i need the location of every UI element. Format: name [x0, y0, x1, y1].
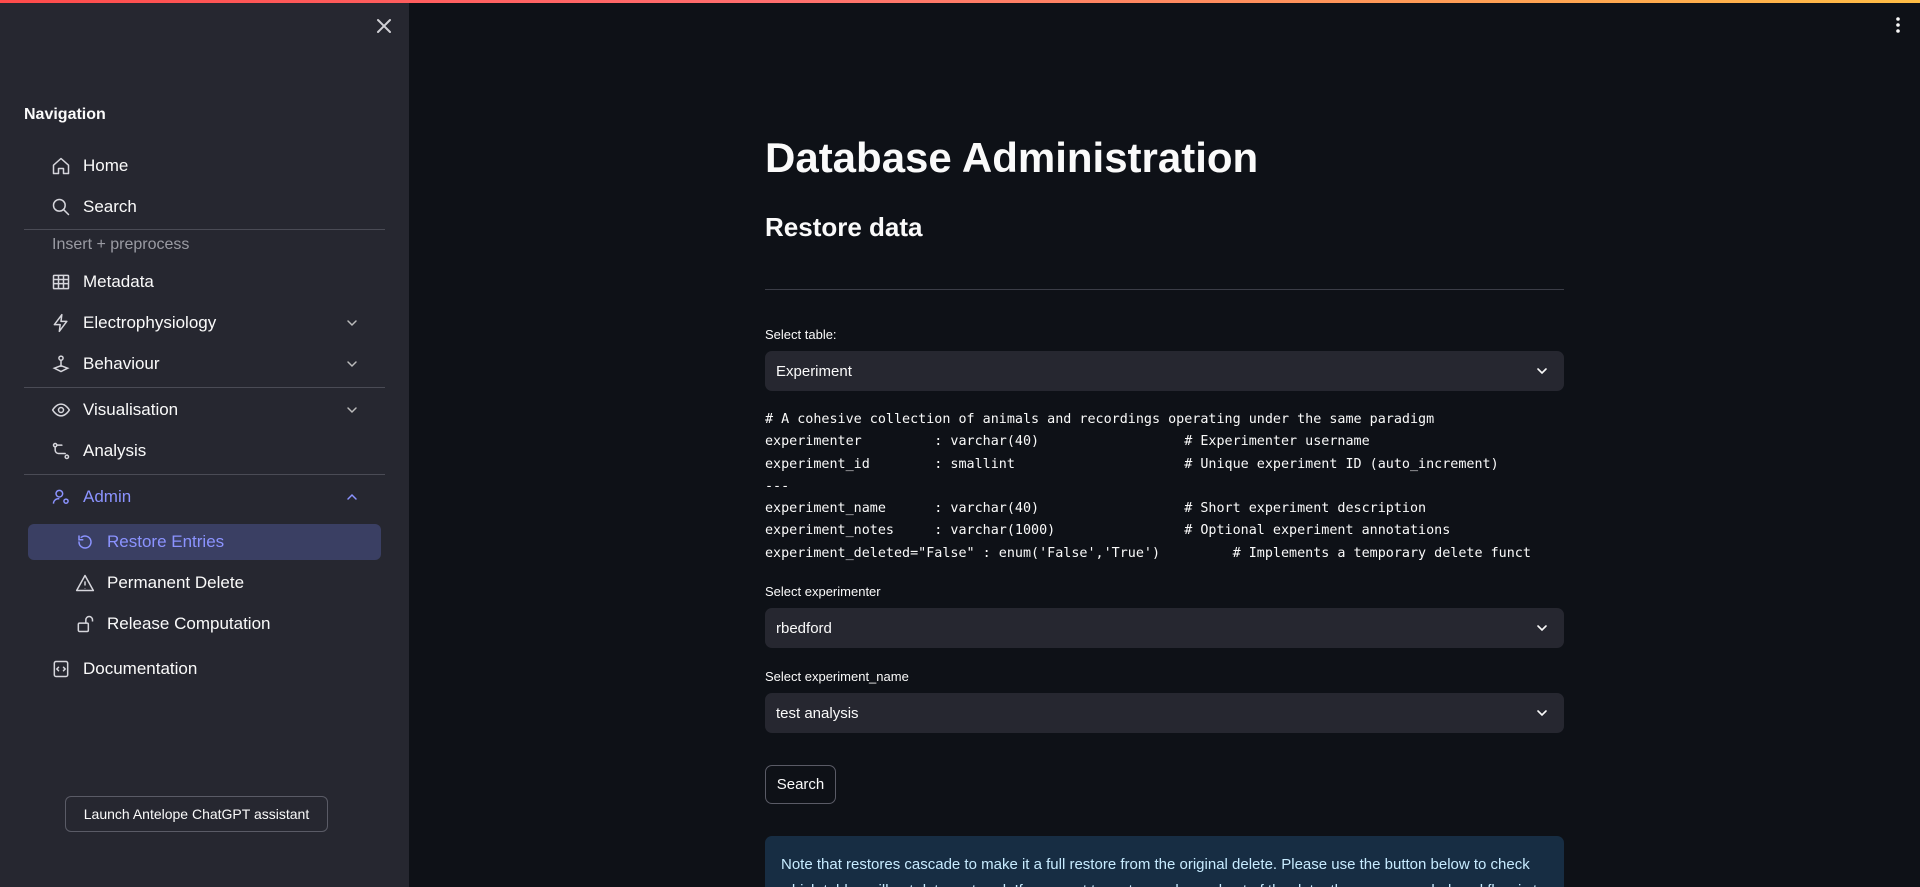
sidebar-item-label: Release Computation: [107, 614, 271, 633]
more-options-icon[interactable]: [1890, 14, 1906, 36]
chevron-up-icon[interactable]: [344, 489, 360, 505]
chevron-down-icon: [1537, 368, 1547, 375]
top-decoration-bar: [0, 0, 1920, 3]
sidebar-divider: [24, 474, 385, 475]
home-icon: [50, 155, 72, 177]
sidebar-item-label: Metadata: [83, 272, 154, 291]
chevron-down-icon[interactable]: [344, 315, 360, 331]
sidebar-item-permanent-delete[interactable]: Permanent Delete: [28, 565, 381, 601]
sidebar-item-metadata[interactable]: Metadata: [28, 264, 380, 300]
warning-icon: [74, 572, 96, 594]
chevron-down-icon: [1537, 710, 1547, 717]
sidebar-item-label: Admin: [83, 487, 132, 506]
bolt-icon: [50, 312, 72, 334]
select-experiment-name-dropdown[interactable]: test analysis: [765, 693, 1564, 733]
select-table-label: Select table:: [765, 327, 837, 342]
code-line: experiment_id : smallint # Unique experi…: [765, 456, 1499, 472]
sidebar-item-release-computation[interactable]: Release Computation: [28, 606, 381, 642]
sidebar-divider: [24, 387, 385, 388]
sidebar-item-label: Behaviour: [83, 354, 160, 373]
select-table-dropdown[interactable]: Experiment: [765, 351, 1564, 391]
sidebar-item-behaviour[interactable]: Behaviour: [28, 346, 380, 382]
sidebar-item-documentation[interactable]: Documentation: [28, 651, 380, 687]
search-button[interactable]: Search: [765, 765, 836, 804]
sidebar-divider: [24, 229, 385, 230]
code-line: experiment_name : varchar(40) # Short ex…: [765, 501, 1427, 517]
sidebar-item-restore-entries[interactable]: Restore Entries: [28, 524, 381, 560]
sidebar-item-label: Restore Entries: [107, 532, 225, 551]
sidebar-item-label: Electrophysiology: [83, 313, 217, 332]
unlock-icon: [74, 613, 96, 635]
sidebar-item-label: Analysis: [83, 441, 147, 460]
table-definition-code: # A cohesive collection of animals and r…: [765, 409, 1564, 565]
section-divider: [765, 289, 1564, 290]
sidebar-item-home[interactable]: Home: [28, 148, 380, 184]
launch-assistant-button[interactable]: Launch Antelope ChatGPT assistant: [65, 796, 328, 832]
workflow-icon: [50, 440, 72, 462]
sidebar-item-label: Documentation: [83, 659, 198, 678]
restore-icon: [74, 531, 96, 553]
select-table-value: Experiment: [776, 362, 852, 380]
select-experimenter-value: rbedford: [776, 619, 832, 637]
page-subtitle: Restore data: [765, 212, 923, 242]
chevron-down-icon[interactable]: [344, 402, 360, 418]
chevron-down-icon: [1537, 625, 1547, 632]
code-line: # A cohesive collection of animals and r…: [765, 412, 1435, 427]
chevron-down-icon[interactable]: [344, 356, 360, 372]
sidebar-item-label: Search: [83, 197, 137, 216]
sidebar-item-label: Home: [83, 156, 129, 175]
user-admin-icon: [50, 486, 72, 508]
joystick-icon: [50, 353, 72, 375]
sidebar-item-analysis[interactable]: Analysis: [28, 433, 380, 469]
code-line: ---: [765, 478, 790, 494]
info-alert: Note that restores cascade to make it a …: [765, 836, 1564, 887]
select-experimenter-dropdown[interactable]: rbedford: [765, 608, 1564, 648]
info-text: Note that restores cascade to make it a …: [781, 856, 1546, 887]
sidebar-item-visualisation[interactable]: Visualisation: [28, 392, 380, 428]
eye-icon: [50, 399, 72, 421]
select-experiment-name-value: test analysis: [776, 704, 859, 722]
sidebar-item-search[interactable]: Search: [28, 189, 380, 225]
sidebar-item-admin[interactable]: Admin: [28, 479, 380, 515]
code-line: experiment_notes : varchar(1000) # Optio…: [765, 523, 1451, 539]
sidebar: Navigation Home Search Insert + preproce…: [0, 0, 409, 887]
table-icon: [50, 271, 72, 293]
select-experimenter-label: Select experimenter: [765, 584, 881, 599]
search-icon: [50, 196, 72, 218]
page-title: Database Administration: [765, 134, 1259, 181]
sidebar-item-label: Permanent Delete: [107, 573, 245, 592]
code-line: experimenter : varchar(40) # Experimente…: [765, 434, 1370, 450]
doc-icon: [50, 658, 72, 680]
select-experiment-name-label: Select experiment_name: [765, 669, 909, 684]
code-line: experiment_deleted="False" : enum('False…: [765, 545, 1531, 561]
close-icon[interactable]: [372, 14, 396, 38]
sidebar-item-electrophysiology[interactable]: Electrophysiology: [28, 305, 380, 341]
section-label: Insert + preprocess: [52, 236, 190, 253]
nav-heading: Navigation: [24, 106, 106, 123]
sidebar-item-label: Visualisation: [83, 400, 179, 419]
